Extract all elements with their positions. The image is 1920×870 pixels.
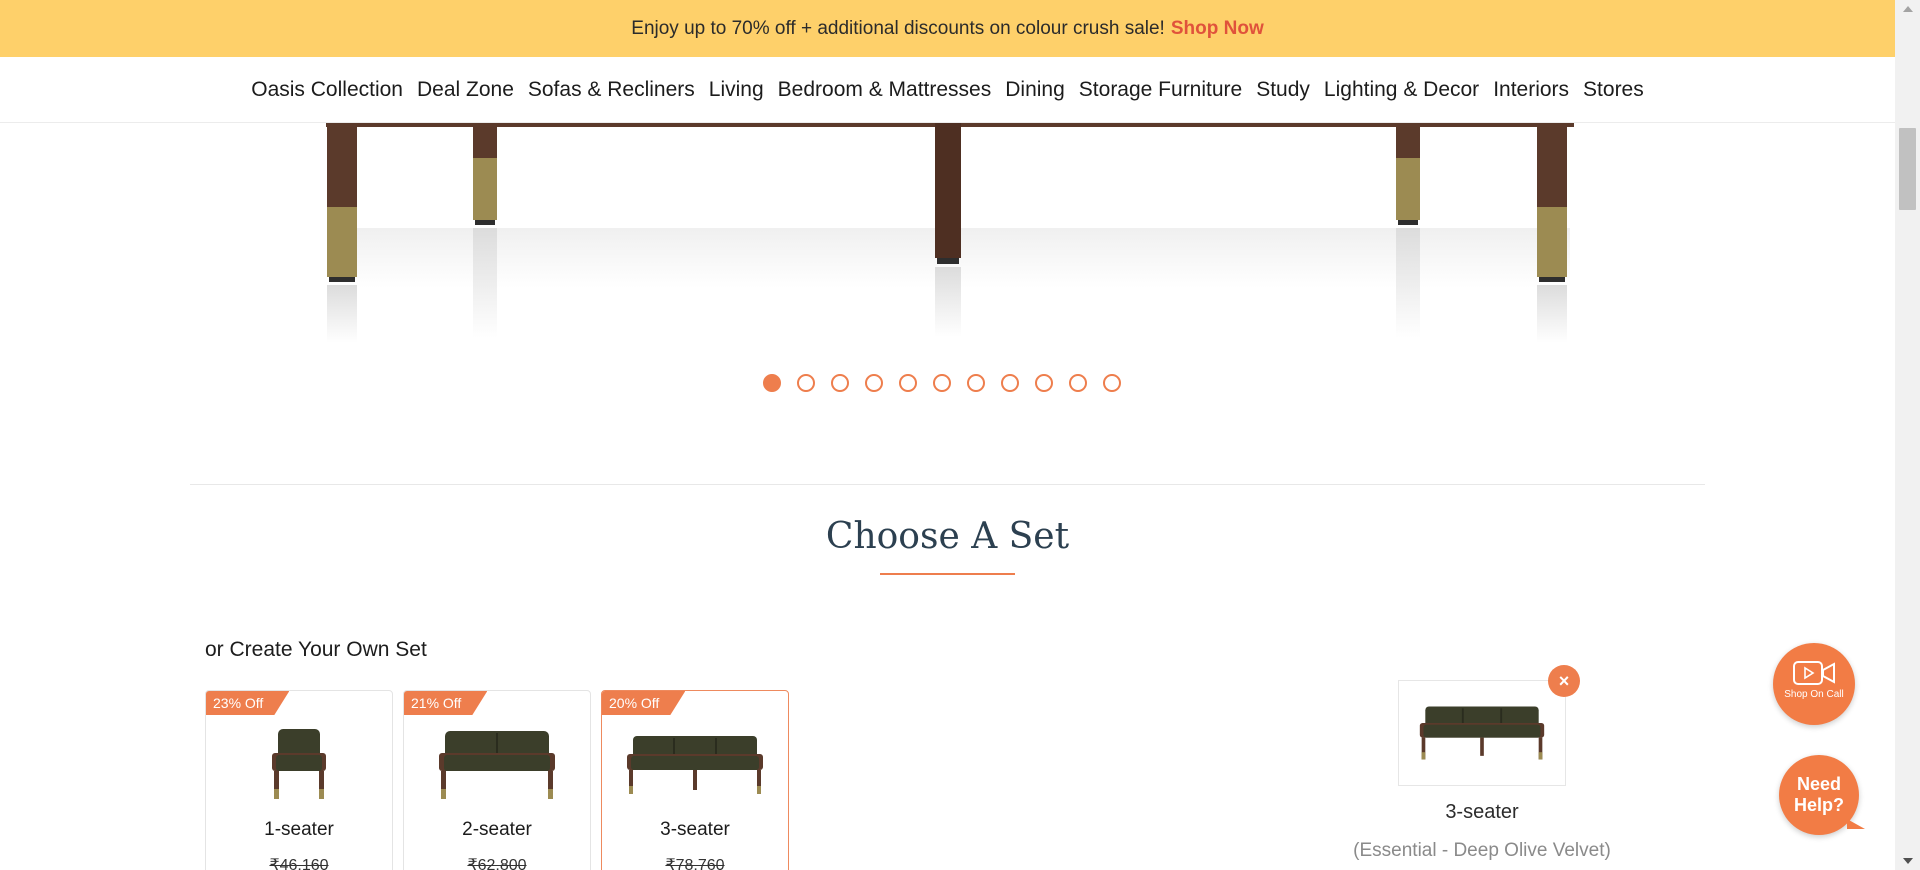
video-camera-icon xyxy=(1793,661,1835,685)
carousel-dot[interactable] xyxy=(1069,374,1087,392)
carousel-dot[interactable] xyxy=(1035,374,1053,392)
three-seater-sofa-icon xyxy=(627,736,763,794)
nav-item-bedroom-mattresses[interactable]: Bedroom & Mattresses xyxy=(771,78,999,102)
section-divider xyxy=(190,484,1705,485)
sofa-legs-illustration xyxy=(326,123,1574,343)
nav-item-oasis-collection[interactable]: Oasis Collection xyxy=(244,78,410,102)
nav-item-interiors[interactable]: Interiors xyxy=(1486,78,1576,102)
nav-item-dining[interactable]: Dining xyxy=(998,78,1072,102)
shop-on-call-button[interactable]: Shop On Call xyxy=(1773,643,1855,725)
product-thumbnail xyxy=(404,719,590,811)
option-name: 3-seater xyxy=(660,819,730,840)
set-option-card-2-seater[interactable]: 21% Off 2-seater ₹62,800 xyxy=(403,690,591,870)
nav-item-stores[interactable]: Stores xyxy=(1576,78,1651,102)
section-title: Choose A Set xyxy=(825,516,1070,557)
nav-item-lighting-decor[interactable]: Lighting & Decor xyxy=(1317,78,1486,102)
nav-item-storage-furniture[interactable]: Storage Furniture xyxy=(1072,78,1249,102)
carousel-dot[interactable] xyxy=(899,374,917,392)
option-mrp: ₹78,760 xyxy=(665,857,725,870)
announcement-bar: Enjoy up to 70% off + additional discoun… xyxy=(0,0,1895,57)
set-option-card-1-seater[interactable]: 23% Off 1-seater ₹46,160 xyxy=(205,690,393,870)
carousel-dot[interactable] xyxy=(797,374,815,392)
announcement-text: Enjoy up to 70% off + additional discoun… xyxy=(631,17,1165,39)
product-hero-image xyxy=(310,123,1590,343)
option-mrp: ₹46,160 xyxy=(269,857,329,870)
carousel-dot[interactable] xyxy=(831,374,849,392)
carousel-dot[interactable] xyxy=(763,374,781,392)
selected-set-name: 3-seater xyxy=(1445,801,1519,823)
armchair-icon xyxy=(272,729,326,799)
create-own-set-label: or Create Your Own Set xyxy=(205,638,427,661)
discount-badge: 20% Off xyxy=(602,691,686,715)
option-name: 1-seater xyxy=(264,819,334,840)
selected-set-variant: (Essential - Deep Olive Velvet) xyxy=(1353,840,1611,861)
two-seater-sofa-icon xyxy=(439,731,555,799)
carousel-dot[interactable] xyxy=(1001,374,1019,392)
carousel-pagination xyxy=(763,374,1121,392)
remove-selection-close-icon[interactable]: × xyxy=(1548,665,1580,697)
carousel-dot[interactable] xyxy=(865,374,883,392)
shop-now-link[interactable]: Shop Now xyxy=(1171,18,1264,40)
product-thumbnail xyxy=(602,719,788,811)
three-seater-sofa-icon xyxy=(1419,706,1545,760)
need-help-label: Need Help? xyxy=(1793,774,1844,815)
scrollbar-thumb[interactable] xyxy=(1899,128,1916,210)
discount-badge: 23% Off xyxy=(206,691,290,715)
nav-item-living[interactable]: Living xyxy=(702,78,771,102)
carousel-dot[interactable] xyxy=(933,374,951,392)
shop-on-call-label: Shop On Call xyxy=(1784,689,1844,700)
nav-item-study[interactable]: Study xyxy=(1249,78,1317,102)
product-thumbnail xyxy=(206,719,392,811)
main-navigation: Oasis Collection Deal Zone Sofas & Recli… xyxy=(0,57,1895,123)
selected-set-thumbnail xyxy=(1398,680,1566,786)
option-mrp: ₹62,800 xyxy=(467,857,527,870)
title-underline xyxy=(880,573,1015,575)
scroll-up-arrow-icon[interactable] xyxy=(1903,6,1913,12)
option-name: 2-seater xyxy=(462,819,532,840)
need-help-chat-button[interactable]: Need Help? xyxy=(1779,755,1865,835)
carousel-dot[interactable] xyxy=(967,374,985,392)
set-option-card-3-seater[interactable]: 20% Off 3-seater ₹78,760 xyxy=(601,690,789,870)
discount-badge: 21% Off xyxy=(404,691,488,715)
page-scrollbar[interactable] xyxy=(1895,0,1920,870)
scroll-down-arrow-icon[interactable] xyxy=(1903,858,1913,864)
carousel-dot[interactable] xyxy=(1103,374,1121,392)
nav-item-sofas-recliners[interactable]: Sofas & Recliners xyxy=(521,78,702,102)
nav-item-deal-zone[interactable]: Deal Zone xyxy=(410,78,521,102)
